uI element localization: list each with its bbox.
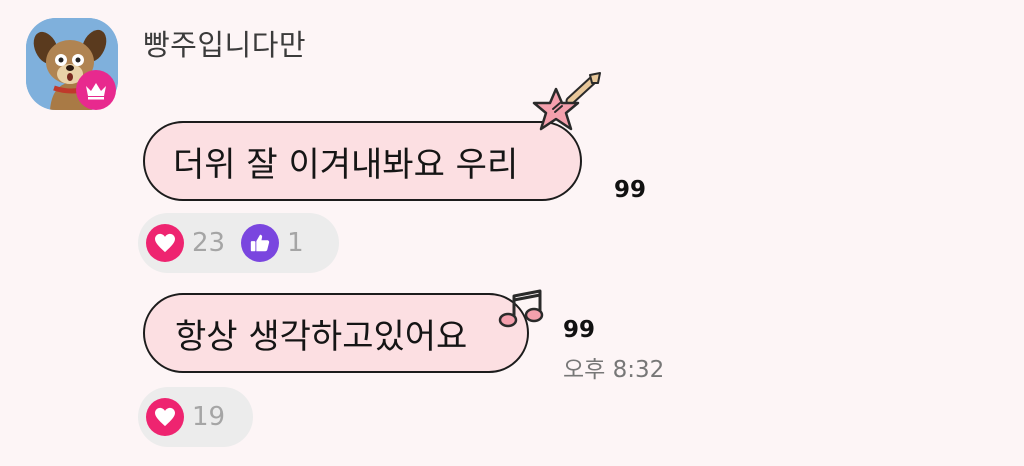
message-time: 오후 8:32	[563, 357, 665, 383]
reaction-bar: 19	[138, 387, 253, 447]
music-note-icon	[498, 288, 546, 336]
reaction-bar: 23 1	[138, 213, 339, 273]
crown-icon	[76, 70, 116, 110]
thumbs-up-icon	[241, 224, 280, 262]
reaction-count: 19	[192, 402, 226, 432]
unread-count: 99	[614, 177, 647, 203]
message-text: 더위 잘 이겨내봐요 우리	[173, 144, 519, 185]
reaction-count: 23	[192, 228, 226, 258]
reaction-heart[interactable]: 19	[146, 395, 225, 439]
sender-name: 빵주입니다만	[143, 28, 307, 62]
heart-icon	[146, 398, 184, 436]
guitar-icon	[526, 71, 602, 149]
avatar[interactable]	[26, 18, 118, 110]
reaction-count: 1	[287, 228, 304, 258]
unread-count: 99	[563, 317, 596, 343]
heart-icon	[146, 224, 184, 262]
chat-view: 빵주입니다만 더위 잘 이겨내봐요 우리 99 23 1 항상 생각하고있어요 …	[0, 0, 1024, 466]
message-bubble[interactable]: 더위 잘 이겨내봐요 우리	[143, 121, 582, 201]
reaction-thumbs-up[interactable]: 1	[241, 221, 304, 265]
reaction-heart[interactable]: 23	[146, 221, 225, 265]
message-text: 항상 생각하고있어요	[175, 316, 468, 357]
message-bubble[interactable]: 항상 생각하고있어요	[143, 293, 529, 373]
